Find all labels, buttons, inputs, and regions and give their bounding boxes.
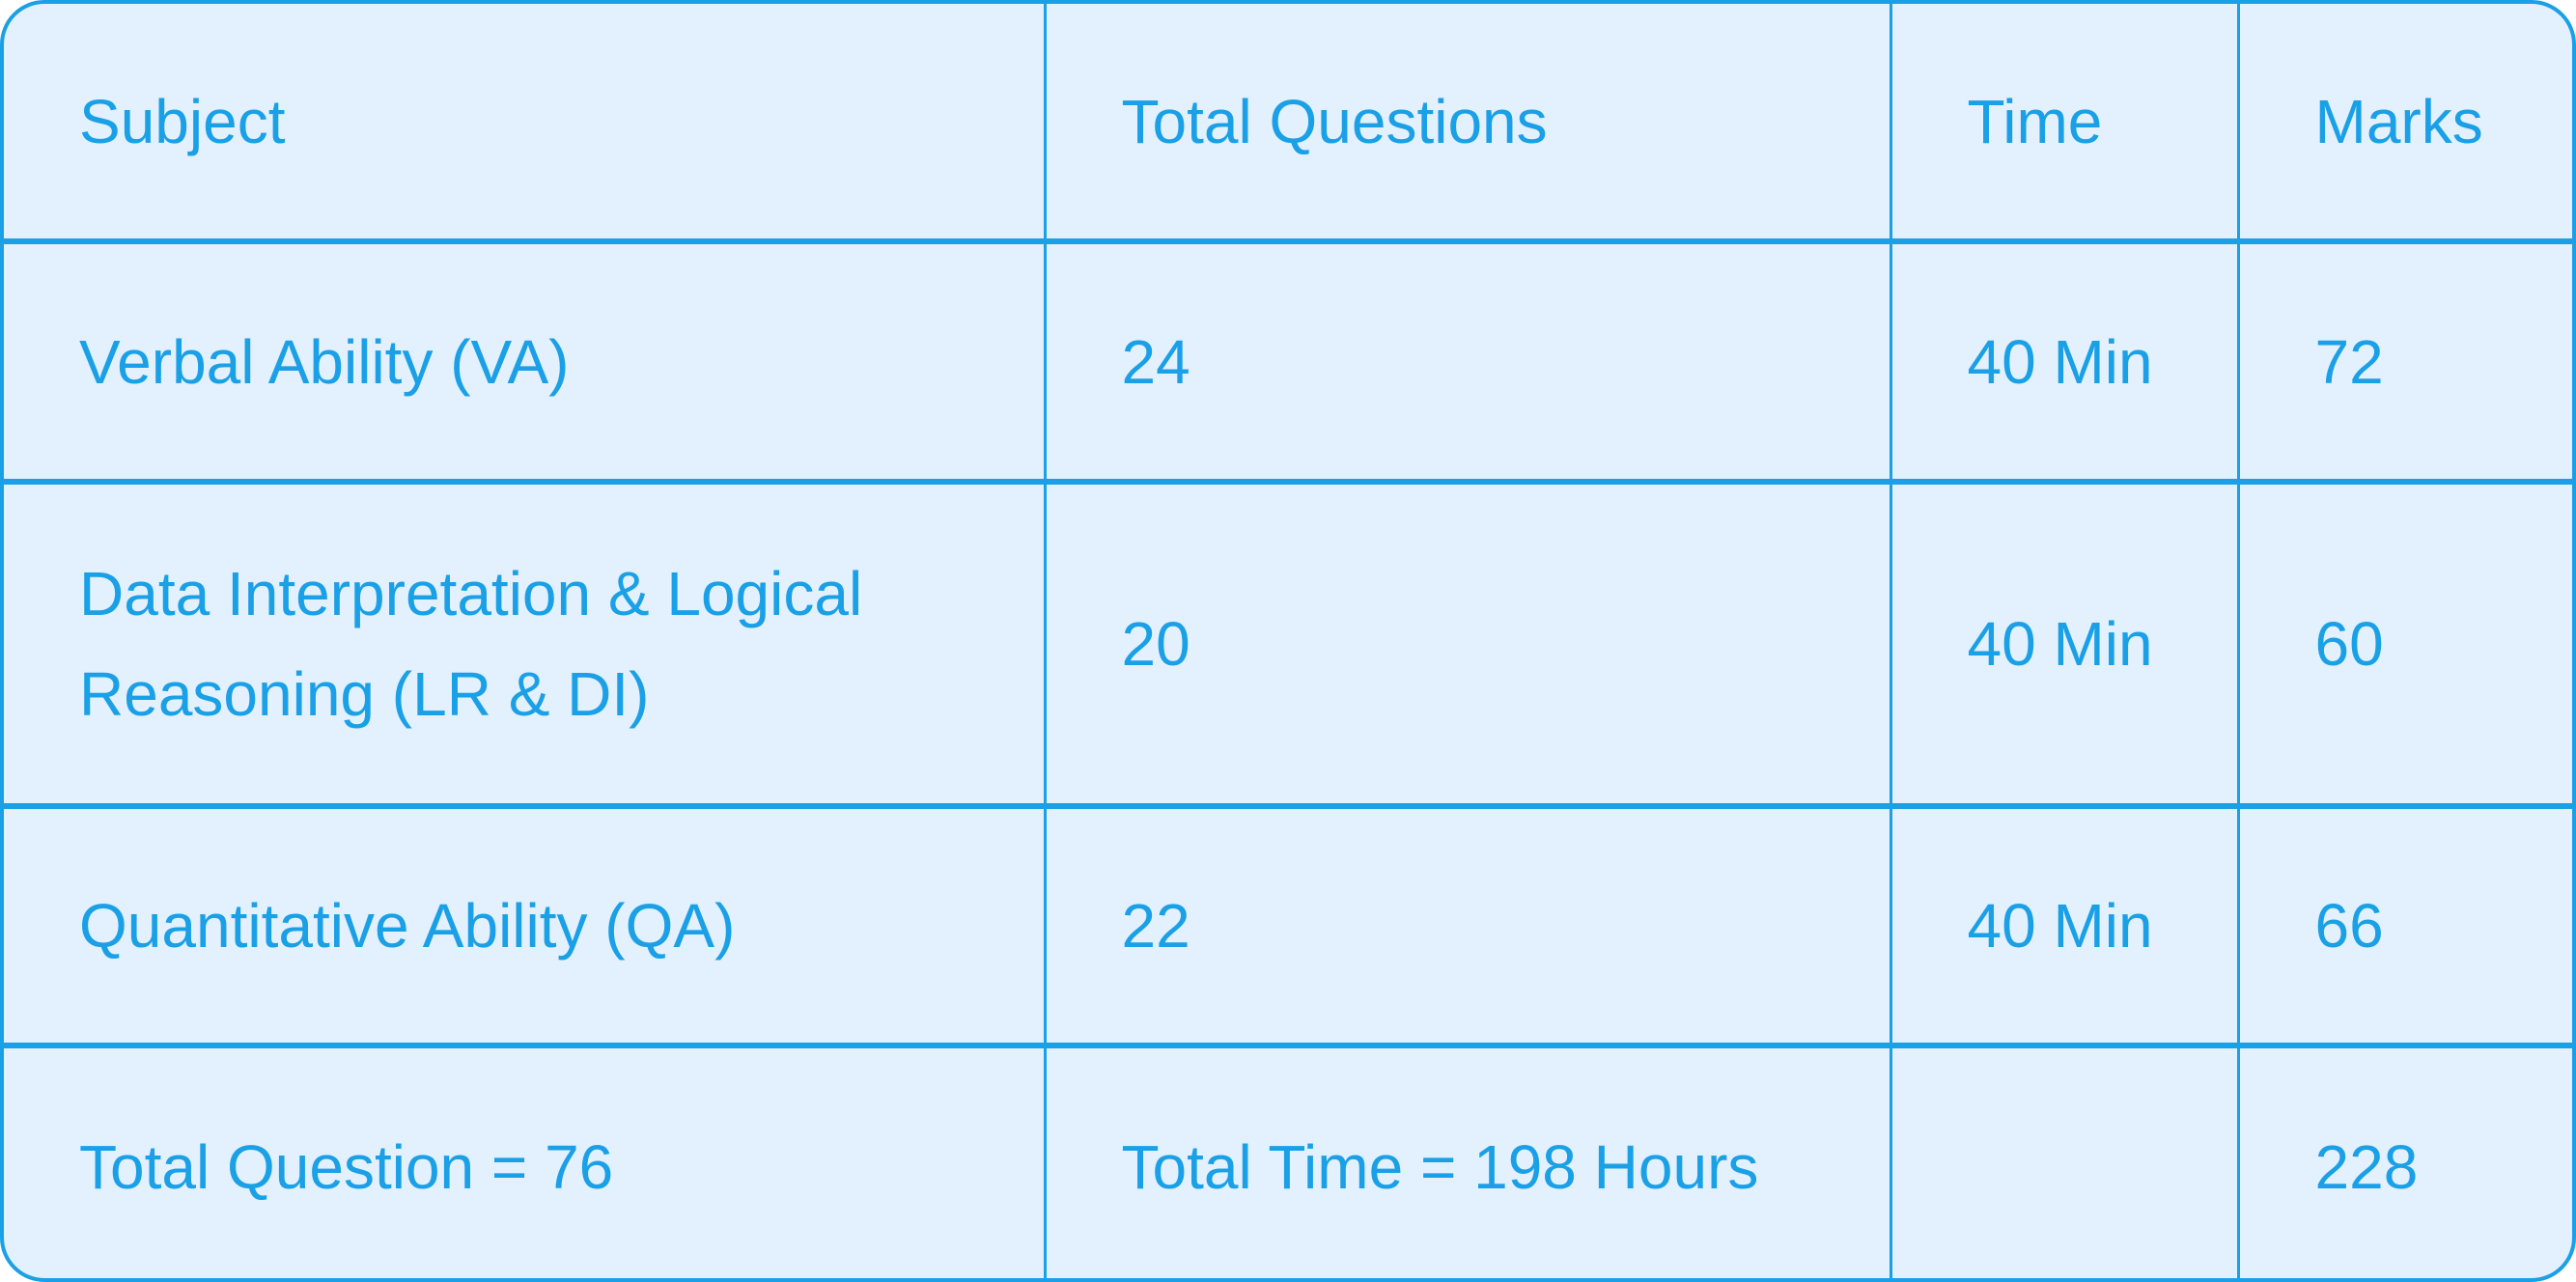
- cell-marks: 60: [2238, 482, 2572, 809]
- footer-total-time: Total Time = 198 Hours: [1045, 1045, 1892, 1278]
- cell-total-questions: 24: [1045, 241, 1892, 485]
- table-footer-row: Total Question = 76 Total Time = 198 Hou…: [4, 1045, 2572, 1278]
- table-row: Verbal Ability (VA) 24 40 Min 72: [4, 241, 2572, 485]
- cell-time: 40 Min: [1890, 482, 2240, 809]
- footer-total-marks: 228: [2314, 1132, 2419, 1202]
- cell-marks: 66: [2238, 806, 2572, 1048]
- exam-pattern-table: Subject Total Questions Time Marks Verba…: [4, 4, 2572, 1278]
- header-time: Time: [1890, 4, 2240, 244]
- cell-subject: Data Interpretation & Logical Reasoning …: [4, 482, 1047, 809]
- cell-total-questions: 20: [1045, 482, 1892, 809]
- table-row: Quantitative Ability (QA) 22 40 Min 66: [4, 806, 2572, 1048]
- header-marks: Marks: [2238, 4, 2572, 244]
- cell-marks: 72: [2238, 241, 2572, 485]
- cell-total-questions: 22: [1045, 806, 1892, 1048]
- cell-time: 40 Min: [1890, 806, 2240, 1048]
- cell-time: 40 Min: [1890, 241, 2240, 485]
- table-row: Data Interpretation & Logical Reasoning …: [4, 482, 2572, 809]
- footer-empty-cell: [1890, 1045, 2240, 1278]
- header-total-questions: Total Questions: [1045, 4, 1892, 244]
- footer-total-questions: Total Question = 76: [4, 1045, 1047, 1278]
- exam-pattern-table-card: Subject Total Questions Time Marks Verba…: [0, 0, 2576, 1282]
- header-subject: Subject: [4, 4, 1047, 244]
- cell-subject: Quantitative Ability (QA): [4, 806, 1047, 1048]
- table-header-row: Subject Total Questions Time Marks: [4, 4, 2572, 244]
- cell-subject: Verbal Ability (VA): [4, 241, 1047, 485]
